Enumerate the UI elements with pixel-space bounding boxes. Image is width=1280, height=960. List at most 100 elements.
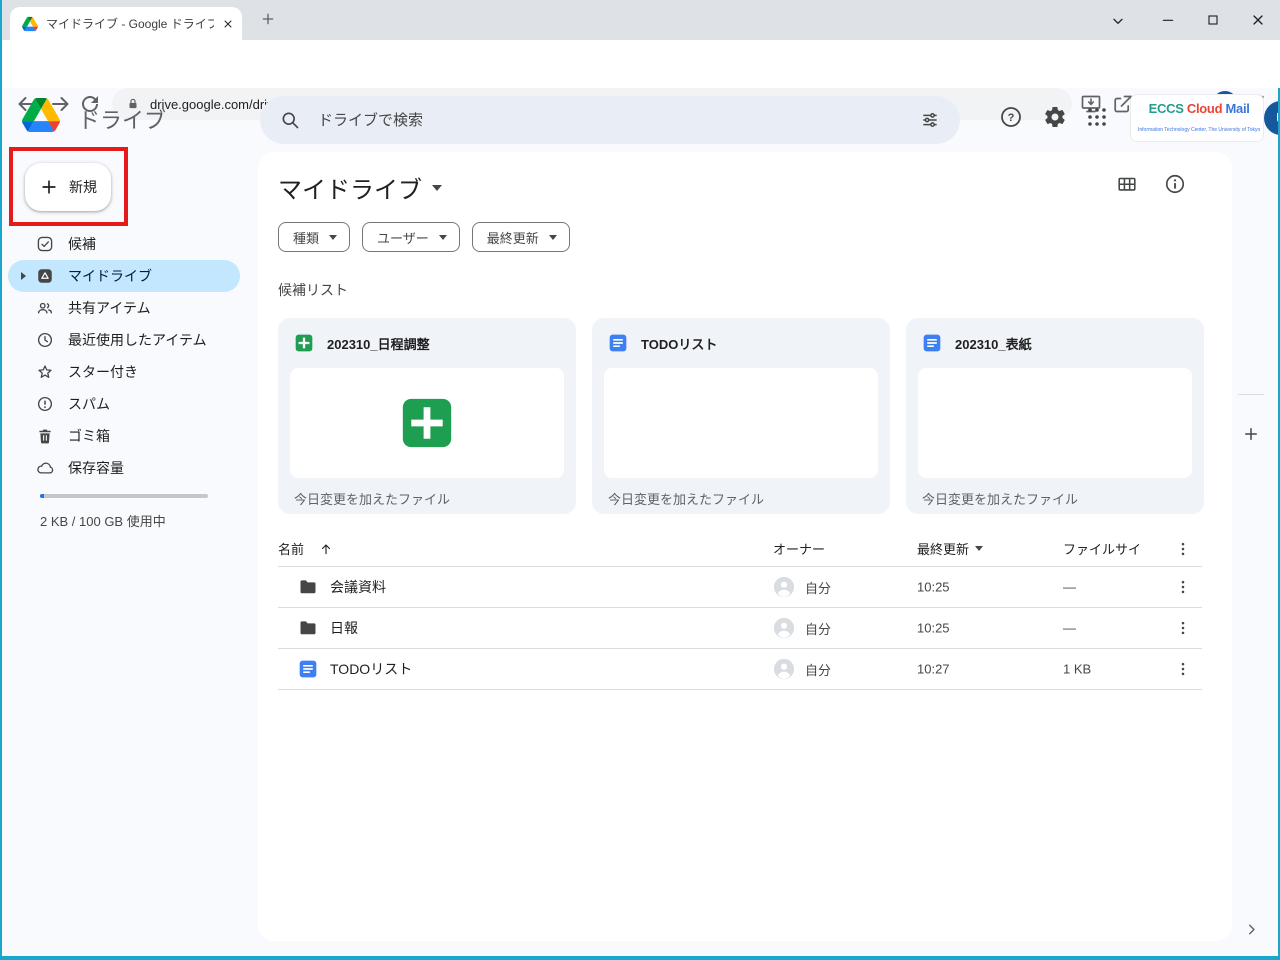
card-title: 202310_日程調整 xyxy=(327,334,430,353)
browser-tab[interactable]: マイドライブ - Google ドライブ xyxy=(10,7,242,40)
sidebar-item-label: 保存容量 xyxy=(68,458,124,478)
suggestion-card[interactable]: 202310_表紙 今日変更を加えたファイル xyxy=(906,318,1204,514)
tab-search-chevron-icon[interactable] xyxy=(1110,13,1126,29)
filter-chip-type[interactable]: 種類 xyxy=(278,222,350,252)
filter-chips: 種類 ユーザー 最終更新 xyxy=(278,222,570,252)
rail-expand-chevron-icon[interactable] xyxy=(1243,921,1260,938)
rail-add-icon[interactable] xyxy=(1242,425,1260,443)
help-icon[interactable]: ? xyxy=(999,105,1023,129)
row-menu-kebab-icon[interactable] xyxy=(1174,619,1192,637)
rail-contacts-button[interactable] xyxy=(1242,336,1260,354)
column-size[interactable]: ファイルサイ xyxy=(1063,539,1141,558)
sidebar-item-label: ゴミ箱 xyxy=(68,426,110,446)
row-menu-kebab-icon[interactable] xyxy=(1174,660,1192,678)
people-icon xyxy=(36,299,54,317)
expand-caret-icon[interactable] xyxy=(21,272,26,280)
suggestion-card[interactable]: TODOリスト 今日変更を加えたファイル xyxy=(592,318,890,514)
filter-chip-label: 種類 xyxy=(293,228,319,247)
cloud-icon xyxy=(36,459,54,477)
card-preview xyxy=(290,368,564,478)
card-caption: 今日変更を加えたファイル xyxy=(592,478,890,508)
owner-avatar-icon xyxy=(773,658,795,680)
file-name: TODOリスト xyxy=(330,659,412,679)
file-size: — xyxy=(1063,580,1076,595)
suggestions-label: 候補リスト xyxy=(278,280,348,300)
search-bar[interactable] xyxy=(260,96,960,144)
storage-progress-fill xyxy=(40,494,44,498)
sidebar-item-label: スター付き xyxy=(68,362,138,382)
window-maximize-button[interactable] xyxy=(1205,12,1221,28)
sidebar-item-label: 共有アイテム xyxy=(68,298,151,318)
clock-icon xyxy=(36,331,54,349)
chevron-down-icon xyxy=(549,235,557,240)
docs-icon xyxy=(922,333,942,353)
window-close-button[interactable] xyxy=(1250,12,1266,28)
rail-calendar-button[interactable] xyxy=(1242,168,1260,186)
drive-logo-icon[interactable] xyxy=(22,98,60,132)
sidebar-item-trash[interactable]: ゴミ箱 xyxy=(8,420,240,452)
modified-time: 10:25 xyxy=(917,580,950,595)
sidebar-item-label: 候補 xyxy=(68,234,96,254)
main-panel: マイドライブ 種類 ユーザー 最終更新 候補リスト xyxy=(258,152,1232,941)
new-tab-button[interactable] xyxy=(260,11,276,27)
account-subtitle: Information Technology Center, The Unive… xyxy=(1138,127,1260,133)
sidebar-item-starred[interactable]: スター付き xyxy=(8,356,240,388)
row-menu-kebab-icon[interactable] xyxy=(1174,578,1192,596)
window-minimize-button[interactable] xyxy=(1160,12,1176,28)
card-caption: 今日変更を加えたファイル xyxy=(278,478,576,508)
sidebar-item-spam[interactable]: スパム xyxy=(8,388,240,420)
page-title-row[interactable]: マイドライブ xyxy=(278,170,442,205)
chevron-down-icon xyxy=(439,235,447,240)
owner-avatar-icon xyxy=(773,576,795,598)
docs-icon xyxy=(298,659,318,679)
column-name[interactable]: 名前 xyxy=(278,539,304,558)
file-size: 1 KB xyxy=(1063,662,1091,677)
owner-avatar-icon xyxy=(773,617,795,639)
search-icon[interactable] xyxy=(280,110,300,130)
svg-text:?: ? xyxy=(1008,112,1015,124)
table-row[interactable]: TODOリスト 自分 10:27 1 KB xyxy=(278,649,1202,690)
search-input[interactable] xyxy=(316,111,904,130)
filter-chip-user[interactable]: ユーザー xyxy=(362,222,460,252)
column-modified[interactable]: 最終更新 xyxy=(917,539,969,558)
sidebar-item-suggested[interactable]: 候補 xyxy=(8,228,240,260)
table-row[interactable]: 会議資料 自分 10:25 — xyxy=(278,567,1202,608)
sidebar-item-label: マイドライブ xyxy=(68,266,152,286)
sort-descending-caret-icon xyxy=(975,546,983,551)
sidebar-item-shared[interactable]: 共有アイテム xyxy=(8,292,240,324)
sidebar-item-storage[interactable]: 保存容量 xyxy=(8,452,240,484)
account-badge[interactable]: ECCS Cloud Mail Information Technology C… xyxy=(1131,95,1263,141)
table-options-kebab-icon[interactable] xyxy=(1174,540,1192,558)
settings-gear-icon[interactable] xyxy=(1043,105,1067,129)
folder-icon xyxy=(298,577,318,597)
docs-icon xyxy=(608,333,628,353)
candidate-icon xyxy=(36,235,54,253)
owner-name: 自分 xyxy=(805,660,831,679)
sidebar-item-my-drive[interactable]: マイドライブ xyxy=(8,260,240,292)
search-options-icon[interactable] xyxy=(920,110,940,130)
suggestion-card[interactable]: 202310_日程調整 今日変更を加えたファイル xyxy=(278,318,576,514)
card-caption: 今日変更を加えたファイル xyxy=(906,478,1204,508)
layout-toggle-icon[interactable] xyxy=(1116,173,1138,195)
sheets-icon xyxy=(398,394,456,452)
filter-chip-label: 最終更新 xyxy=(487,228,539,247)
rail-keep-button[interactable] xyxy=(1242,224,1260,242)
browser-toolbar: drive.google.com/drive/my-drive U xyxy=(0,40,1280,88)
account-logo: ECCS Cloud Mail Information Technology C… xyxy=(1138,100,1260,135)
annotation-red-box xyxy=(9,147,128,226)
tab-close-icon[interactable] xyxy=(222,18,234,30)
table-row[interactable]: 日報 自分 10:25 — xyxy=(278,608,1202,649)
details-info-icon[interactable] xyxy=(1164,173,1186,195)
sidebar-item-recent[interactable]: 最近使用したアイテム xyxy=(8,324,240,356)
title-dropdown-caret-icon[interactable] xyxy=(432,185,442,191)
card-title: TODOリスト xyxy=(641,334,717,353)
sort-ascending-icon[interactable] xyxy=(318,541,334,557)
page-title: マイドライブ xyxy=(278,170,422,205)
google-apps-grid-icon[interactable] xyxy=(1085,105,1109,129)
rail-tasks-button[interactable] xyxy=(1242,280,1260,298)
column-owner[interactable]: オーナー xyxy=(773,539,825,558)
drive-favicon-icon xyxy=(22,16,38,32)
card-title: 202310_表紙 xyxy=(955,334,1032,353)
mydrive-icon xyxy=(36,267,54,285)
filter-chip-modified[interactable]: 最終更新 xyxy=(472,222,570,252)
